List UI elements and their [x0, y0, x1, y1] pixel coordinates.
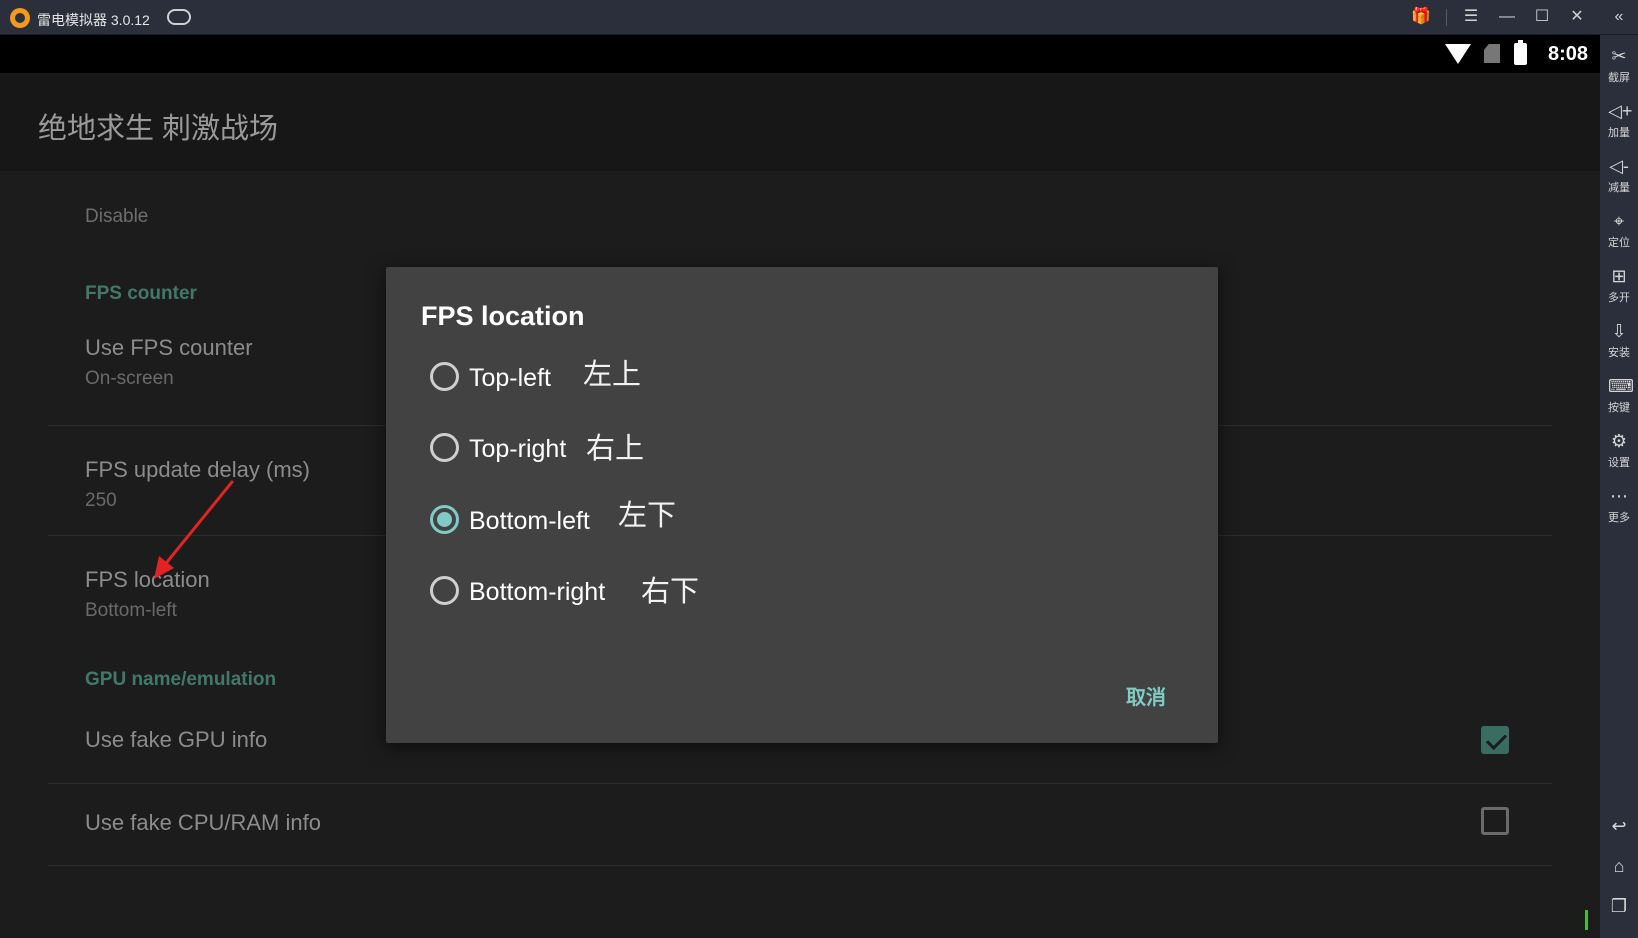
option-label: Top-right: [469, 435, 567, 463]
volume-down-icon: ◁-: [1609, 156, 1629, 176]
option-label: Top-left: [469, 364, 551, 392]
divider: [48, 783, 1552, 784]
more-icon: ⋯: [1610, 486, 1628, 506]
multi-instance-button[interactable]: ⊞ 多开: [1600, 263, 1638, 315]
recents-button[interactable]: ❐: [1600, 893, 1638, 927]
app-title: 雷电模拟器 3.0.12: [37, 12, 150, 28]
collapse-sidebar-icon[interactable]: «: [1608, 6, 1630, 28]
radio-top-right[interactable]: [430, 433, 459, 462]
radio-top-left[interactable]: [430, 362, 459, 391]
keyboard-mapping-button[interactable]: ⌨ 按键: [1600, 373, 1638, 425]
option-note: 右上: [586, 431, 645, 465]
fps-location-title: FPS location: [85, 567, 210, 592]
option-bottom-left[interactable]: Bottom-left 左下: [426, 497, 1166, 541]
sidebar-label: 按键: [1608, 402, 1630, 414]
keyboard-icon: ⌨: [1608, 376, 1634, 396]
home-icon: ⌂: [1613, 856, 1625, 876]
maximize-icon[interactable]: ☐: [1531, 6, 1553, 28]
close-icon[interactable]: ✕: [1566, 6, 1588, 28]
menu-icon[interactable]: ☰: [1460, 6, 1482, 28]
apk-install-icon: ⇩: [1611, 321, 1627, 341]
sidebar-label: 加量: [1608, 127, 1630, 139]
divider: [48, 865, 1552, 866]
gift-icon[interactable]: 🎁: [1410, 6, 1432, 28]
location-button[interactable]: ⌖ 定位: [1600, 208, 1638, 260]
use-fake-cpu-ram-checkbox[interactable]: [1481, 807, 1509, 835]
radio-bottom-left[interactable]: [430, 505, 459, 534]
sidebar-label: 减量: [1608, 182, 1630, 194]
fps-update-delay-title: FPS update delay (ms): [85, 457, 310, 482]
fps-location-dialog: FPS location Top-left 左上 Top-right 右上 Bo…: [386, 267, 1218, 743]
fps-counter-category: FPS counter: [85, 283, 197, 304]
screenshot-button[interactable]: ✂ 截屏: [1600, 43, 1638, 95]
settings-button[interactable]: ⚙ 设置: [1600, 428, 1638, 480]
back-button[interactable]: ↩: [1600, 813, 1638, 847]
option-note: 左下: [618, 498, 677, 532]
location-icon: ⌖: [1613, 211, 1625, 231]
minimize-icon[interactable]: —: [1496, 6, 1518, 28]
use-fps-counter-title: Use FPS counter: [85, 335, 253, 360]
option-top-right[interactable]: Top-right 右上: [426, 425, 1166, 469]
sidebar-label: 截屏: [1608, 72, 1630, 84]
no-sim-icon: [1484, 44, 1500, 63]
sidebar-label: 多开: [1608, 292, 1630, 304]
emulator-sidebar: ✂ 截屏 ◁+ 加量 ◁- 减量 ⌖ 定位 ⊞ 多开 ⇩ 安装 ⌨ 按键 ⚙ 设…: [1600, 35, 1638, 938]
option-note: 右下: [641, 574, 700, 608]
volume-up-button[interactable]: ◁+ 加量: [1600, 98, 1638, 150]
activity-indicator: [1585, 910, 1588, 930]
dialog-title: FPS location: [421, 301, 585, 331]
option-top-left[interactable]: Top-left 左上: [426, 354, 1166, 398]
sidebar-label: 设置: [1608, 457, 1630, 469]
disable-row[interactable]: Disable: [48, 191, 1552, 251]
volume-down-button[interactable]: ◁- 减量: [1600, 153, 1638, 205]
apk-install-button[interactable]: ⇩ 安装: [1600, 318, 1638, 370]
use-fake-cpu-ram-title: Use fake CPU/RAM info: [85, 810, 321, 835]
scissors-icon: ✂: [1611, 46, 1627, 66]
sidebar-label: 定位: [1608, 237, 1630, 249]
use-fake-cpu-ram-row[interactable]: Use fake CPU/RAM info: [48, 785, 1552, 863]
sidebar-label: 安装: [1608, 347, 1630, 359]
use-fake-gpu-title: Use fake GPU info: [85, 727, 268, 752]
use-fps-counter-summary: On-screen: [85, 368, 174, 389]
app-logo-icon: [10, 8, 30, 28]
window-title-bar: 雷电模拟器 3.0.12 🎁 ☰ — ☐ ✕ «: [0, 0, 1638, 35]
multi-instance-icon: ⊞: [1611, 266, 1627, 286]
radio-bottom-right[interactable]: [430, 576, 459, 605]
option-label: Bottom-right: [469, 578, 606, 606]
volume-up-icon: ◁+: [1608, 101, 1633, 121]
home-button[interactable]: ⌂: [1600, 853, 1638, 887]
recents-icon: ❐: [1610, 896, 1628, 916]
wifi-icon: [1445, 44, 1471, 64]
android-status-bar: 8:08: [0, 35, 1600, 73]
gamepad-icon[interactable]: [167, 9, 191, 25]
option-label: Bottom-left: [469, 507, 590, 535]
use-fake-gpu-checkbox[interactable]: [1481, 726, 1509, 754]
battery-icon: [1514, 40, 1527, 65]
more-button[interactable]: ⋯ 更多: [1600, 483, 1638, 535]
option-note: 左上: [583, 357, 642, 391]
fps-update-delay-summary: 250: [85, 490, 117, 511]
option-bottom-right[interactable]: Bottom-right 右下: [426, 568, 1166, 612]
app-bar: 绝地求生 刺激战场: [0, 73, 1600, 171]
fps-location-summary: Bottom-left: [85, 600, 177, 621]
status-time: 8:08: [1547, 43, 1588, 65]
title-separator: [1446, 9, 1447, 26]
disable-label: Disable: [85, 206, 149, 227]
back-icon: ↩: [1611, 816, 1627, 836]
cancel-button[interactable]: 取消: [1126, 681, 1166, 710]
settings-icon: ⚙: [1610, 431, 1628, 451]
gpu-category: GPU name/emulation: [85, 669, 277, 690]
sidebar-label: 更多: [1608, 512, 1630, 524]
page-title: 绝地求生 刺激战场: [38, 113, 279, 145]
